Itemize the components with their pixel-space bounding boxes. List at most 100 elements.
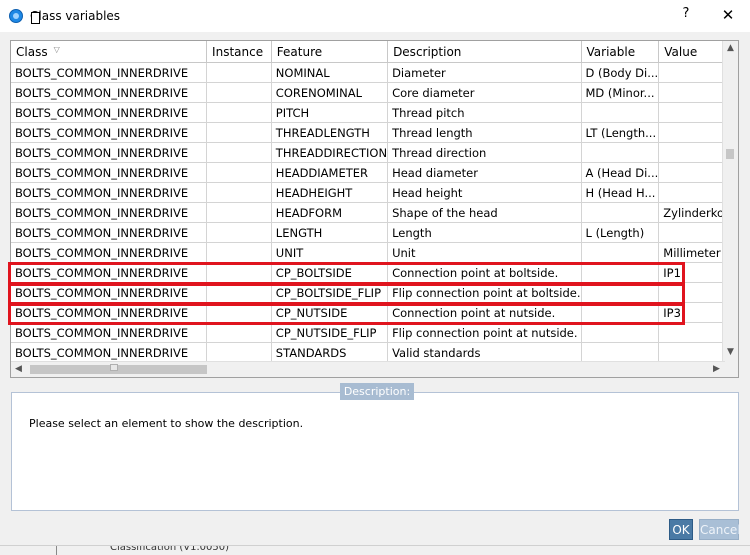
cell-variable[interactable] xyxy=(581,342,660,363)
cell-variable[interactable] xyxy=(581,142,660,163)
cell-description[interactable]: Diameter xyxy=(387,62,582,83)
cell-feature[interactable]: THREADLENGTH xyxy=(271,122,389,143)
table-row[interactable]: BOLTS_COMMON_INNERDRIVE PITCH Thread pitch xyxy=(11,102,738,123)
cell-variable[interactable]: D (Body Di... xyxy=(581,62,660,83)
table-row[interactable]: BOLTS_COMMON_INNERDRIVE STANDARDS Valid st… xyxy=(11,342,738,363)
cell-description[interactable]: Length xyxy=(387,222,582,243)
horizontal-scroll-thumb[interactable] xyxy=(30,365,207,374)
cell-feature[interactable]: CP_BOLTSIDE xyxy=(271,262,389,283)
cell-class[interactable]: BOLTS_COMMON_INNERDRIVE xyxy=(11,322,208,343)
cell-class[interactable]: BOLTS_COMMON_INNERDRIVE xyxy=(11,142,208,163)
cell-instance[interactable] xyxy=(206,282,272,303)
cell-feature[interactable]: THREADDIRECTION xyxy=(271,142,389,163)
cell-instance[interactable] xyxy=(206,342,272,363)
cell-variable[interactable]: A (Head Di... xyxy=(581,162,660,183)
table-row[interactable]: BOLTS_COMMON_INNERDRIVE CP_BOLTSIDE_FLIP F… xyxy=(11,282,738,303)
cell-variable[interactable]: H (Head H... xyxy=(581,182,660,203)
cell-class[interactable]: BOLTS_COMMON_INNERDRIVE xyxy=(11,262,208,283)
table-row[interactable]: BOLTS_COMMON_INNERDRIVE HEADDIAMETER Head … xyxy=(11,162,738,183)
cell-description[interactable]: Head diameter xyxy=(387,162,582,183)
scroll-right-icon[interactable]: ▶ xyxy=(709,364,724,374)
cell-description[interactable]: Connection point at boltside. xyxy=(387,262,582,283)
cell-feature[interactable]: LENGTH xyxy=(271,222,389,243)
cell-instance[interactable] xyxy=(206,162,272,183)
cell-variable[interactable]: LT (Length... xyxy=(581,122,660,143)
cell-instance[interactable] xyxy=(206,322,272,343)
close-button[interactable]: ✕ xyxy=(718,6,738,26)
cell-instance[interactable] xyxy=(206,122,272,143)
cell-description[interactable]: Valid standards xyxy=(387,342,582,363)
help-button[interactable]: ? xyxy=(678,6,694,26)
cell-instance[interactable] xyxy=(206,202,272,223)
table-row[interactable]: BOLTS_COMMON_INNERDRIVE HEADFORM Shape of … xyxy=(11,202,738,223)
cell-class[interactable]: BOLTS_COMMON_INNERDRIVE xyxy=(11,82,208,103)
table-row[interactable]: BOLTS_COMMON_INNERDRIVE CP_NUTSIDE_FLIP Fl… xyxy=(11,322,738,343)
cell-variable[interactable] xyxy=(581,262,660,283)
table-row[interactable]: BOLTS_COMMON_INNERDRIVE CP_BOLTSIDE Connec… xyxy=(11,262,738,283)
cell-description[interactable]: Unit xyxy=(387,242,582,263)
cell-feature[interactable]: HEADHEIGHT xyxy=(271,182,389,203)
cell-class[interactable]: BOLTS_COMMON_INNERDRIVE xyxy=(11,282,208,303)
cell-instance[interactable] xyxy=(206,62,272,83)
table-row[interactable]: BOLTS_COMMON_INNERDRIVE NOMINAL Diameter D … xyxy=(11,62,738,83)
cell-variable[interactable]: L (Length) xyxy=(581,222,660,243)
cell-feature[interactable]: CP_NUTSIDE_FLIP xyxy=(271,322,389,343)
cell-class[interactable]: BOLTS_COMMON_INNERDRIVE xyxy=(11,102,208,123)
cell-variable[interactable] xyxy=(581,202,660,223)
cell-feature[interactable]: UNIT xyxy=(271,242,389,263)
cell-description[interactable]: Thread length xyxy=(387,122,582,143)
cell-description[interactable]: Shape of the head xyxy=(387,202,582,223)
vertical-scrollbar[interactable]: ▲ ▼ xyxy=(722,41,738,363)
horizontal-scrollbar[interactable]: ◀ ▶ xyxy=(11,361,725,377)
cell-description[interactable]: Thread pitch xyxy=(387,102,582,123)
vertical-scroll-thumb[interactable] xyxy=(726,149,734,159)
cell-feature[interactable]: CORENOMINAL xyxy=(271,82,389,103)
cell-class[interactable]: BOLTS_COMMON_INNERDRIVE xyxy=(11,242,208,263)
table-row[interactable]: BOLTS_COMMON_INNERDRIVE HEADHEIGHT Head he… xyxy=(11,182,738,203)
cell-feature[interactable]: NOMINAL xyxy=(271,62,389,83)
column-header-feature[interactable]: Feature xyxy=(271,41,389,63)
table-row[interactable]: BOLTS_COMMON_INNERDRIVE THREADLENGTH Threa… xyxy=(11,122,738,143)
cell-instance[interactable] xyxy=(206,102,272,123)
scroll-left-icon[interactable]: ◀ xyxy=(11,364,26,374)
cell-instance[interactable] xyxy=(206,242,272,263)
cell-variable[interactable] xyxy=(581,102,660,123)
cell-instance[interactable] xyxy=(206,302,272,323)
scroll-down-icon[interactable]: ▼ xyxy=(723,347,738,357)
cell-feature[interactable]: PITCH xyxy=(271,102,389,123)
cell-class[interactable]: BOLTS_COMMON_INNERDRIVE xyxy=(11,162,208,183)
cell-feature[interactable]: HEADFORM xyxy=(271,202,389,223)
cell-class[interactable]: BOLTS_COMMON_INNERDRIVE xyxy=(11,302,208,323)
cell-class[interactable]: BOLTS_COMMON_INNERDRIVE xyxy=(11,342,208,363)
cell-variable[interactable]: MD (Minor... xyxy=(581,82,660,103)
cell-instance[interactable] xyxy=(206,82,272,103)
cell-description[interactable]: Core diameter xyxy=(387,82,582,103)
cell-description[interactable]: Head height xyxy=(387,182,582,203)
cell-description[interactable]: Flip connection point at boltside. xyxy=(387,282,582,303)
cell-class[interactable]: BOLTS_COMMON_INNERDRIVE xyxy=(11,222,208,243)
ok-button[interactable]: OK xyxy=(669,519,693,540)
cell-class[interactable]: BOLTS_COMMON_INNERDRIVE xyxy=(11,202,208,223)
cell-feature[interactable]: CP_NUTSIDE xyxy=(271,302,389,323)
cell-feature[interactable]: STANDARDS xyxy=(271,342,389,363)
cell-instance[interactable] xyxy=(206,142,272,163)
cancel-button[interactable]: Cancel xyxy=(699,519,741,540)
table-row[interactable]: BOLTS_COMMON_INNERDRIVE UNIT Unit Millimete… xyxy=(11,242,738,263)
cell-class[interactable]: BOLTS_COMMON_INNERDRIVE xyxy=(11,182,208,203)
cell-class[interactable]: BOLTS_COMMON_INNERDRIVE xyxy=(11,62,208,83)
column-header-class[interactable]: Class ▽ xyxy=(11,41,208,63)
cell-feature[interactable]: HEADDIAMETER xyxy=(271,162,389,183)
cell-variable[interactable] xyxy=(581,322,660,343)
cell-feature[interactable]: CP_BOLTSIDE_FLIP xyxy=(271,282,389,303)
table-row[interactable]: BOLTS_COMMON_INNERDRIVE CORENOMINAL Core d… xyxy=(11,82,738,103)
cell-variable[interactable] xyxy=(581,242,660,263)
cell-variable[interactable] xyxy=(581,282,660,303)
table-row[interactable]: BOLTS_COMMON_INNERDRIVE CP_NUTSIDE Connect… xyxy=(11,302,738,323)
cell-variable[interactable] xyxy=(581,302,660,323)
table-row[interactable]: BOLTS_COMMON_INNERDRIVE THREADDIRECTION Th… xyxy=(11,142,738,163)
column-header-variable[interactable]: Variable xyxy=(581,41,660,63)
cell-class[interactable]: BOLTS_COMMON_INNERDRIVE xyxy=(11,122,208,143)
column-header-description[interactable]: Description xyxy=(387,41,582,63)
scroll-up-icon[interactable]: ▲ xyxy=(723,43,738,53)
cell-instance[interactable] xyxy=(206,182,272,203)
